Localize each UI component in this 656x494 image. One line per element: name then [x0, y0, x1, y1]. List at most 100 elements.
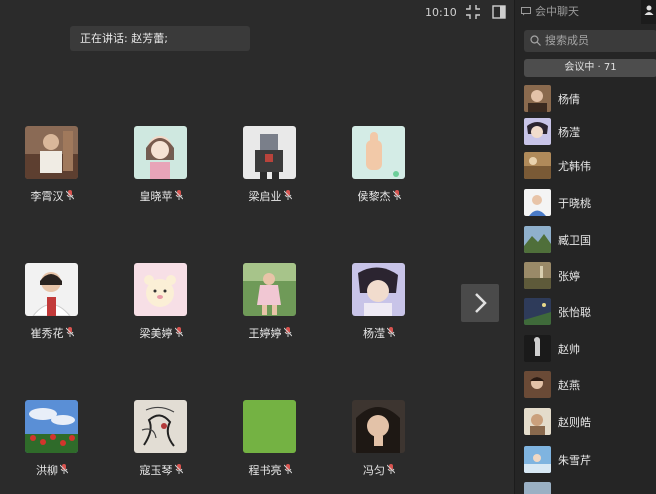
member-avatar	[524, 371, 551, 398]
member-item[interactable]: 臧卫国	[524, 226, 656, 256]
participant-name-row: 王婷婷	[230, 325, 310, 341]
member-name: 赵燕	[558, 379, 580, 392]
member-item[interactable]: 杨滢	[524, 118, 656, 148]
participant-name: 梁美婷	[139, 327, 173, 340]
participant-tile[interactable]: 冯匀	[339, 400, 419, 480]
participant-name-row: 冯匀	[339, 462, 419, 478]
mic-muted-icon	[174, 190, 183, 200]
mic-muted-icon	[392, 190, 401, 200]
participant-name-row: 崔秀花	[12, 325, 92, 341]
person-icon	[644, 5, 654, 15]
chevron-right-icon	[475, 293, 487, 313]
member-item[interactable]: 赵燕	[524, 371, 656, 401]
member-item[interactable]: 于晓桃	[524, 189, 656, 219]
participant-tile[interactable]: 杨滢	[339, 263, 419, 343]
participant-avatar	[134, 400, 187, 453]
participant-name-row: 洪柳	[12, 462, 92, 478]
participant-avatar	[243, 400, 296, 453]
participant-name: 程书亮	[248, 464, 282, 477]
member-name: 杨倩	[558, 93, 580, 106]
member-avatar	[524, 85, 551, 112]
participant-avatar	[134, 126, 187, 179]
member-name: 张怡聪	[558, 306, 591, 319]
member-avatar	[524, 152, 551, 179]
participant-avatar	[25, 126, 78, 179]
mic-muted-icon	[283, 190, 292, 200]
speaking-indicator: 正在讲话: 赵芳蕾;	[70, 26, 250, 51]
participant-name: 侯黎杰	[357, 190, 391, 203]
participant-name-row: 程书亮	[230, 462, 310, 478]
toggle-sidebar-button[interactable]	[490, 4, 508, 20]
participant-name-row: 李霄汉	[12, 188, 92, 204]
member-name: 尤韩伟	[558, 160, 591, 173]
exit-fullscreen-button[interactable]	[464, 4, 482, 20]
mic-muted-icon	[283, 464, 292, 474]
participant-name: 冯匀	[363, 464, 385, 477]
participant-avatar	[352, 400, 405, 453]
member-item[interactable]: 赵则皓	[524, 408, 656, 438]
meeting-clock: 10:10	[425, 6, 457, 19]
participant-name-row: 杨滢	[339, 325, 419, 341]
member-avatar	[524, 298, 551, 325]
participant-name-row: 寇玉琴	[121, 462, 201, 478]
next-page-button[interactable]	[461, 284, 499, 322]
member-avatar	[524, 262, 551, 289]
participant-tile[interactable]: 王婷婷	[230, 263, 310, 343]
participant-tile[interactable]: 侯黎杰	[339, 126, 419, 206]
participant-avatar	[352, 263, 405, 316]
mic-muted-icon	[174, 464, 183, 474]
participant-tile[interactable]: 崔秀花	[12, 263, 92, 343]
participant-tile[interactable]: 寇玉琴	[121, 400, 201, 480]
member-name: 杨滢	[558, 126, 580, 139]
mic-muted-icon	[283, 327, 292, 337]
compress-arrows-icon	[466, 5, 480, 19]
participant-avatar	[25, 263, 78, 316]
participant-avatar	[243, 126, 296, 179]
participant-name-row: 皇晓苹	[121, 188, 201, 204]
mic-muted-icon	[65, 190, 74, 200]
participant-tile[interactable]: 洪柳	[12, 400, 92, 480]
participant-avatar	[243, 263, 296, 316]
members-tab[interactable]	[641, 0, 656, 24]
member-name: 于晓桃	[558, 197, 591, 210]
member-item[interactable]: 朱雪芹	[524, 446, 656, 476]
member-item[interactable]: 张怡聪	[524, 298, 656, 328]
participant-tile[interactable]: 皇晓苹	[121, 126, 201, 206]
participant-name: 李霄汉	[30, 190, 64, 203]
member-avatar	[524, 118, 551, 145]
participant-tile[interactable]: 梁启业	[230, 126, 310, 206]
member-avatar	[524, 446, 551, 473]
mic-muted-icon	[65, 327, 74, 337]
chat-tab-label: 会中聊天	[535, 5, 579, 18]
participant-tile[interactable]: 程书亮	[230, 400, 310, 480]
chat-tab[interactable]: 会中聊天	[515, 0, 641, 24]
participant-tile[interactable]: 李霄汉	[12, 126, 92, 206]
mic-muted-icon	[174, 327, 183, 337]
member-item[interactable]: 赵帅	[524, 335, 656, 365]
member-name: 赵则皓	[558, 416, 591, 429]
participant-avatar	[134, 263, 187, 316]
search-icon	[530, 35, 541, 46]
member-item[interactable]: 尤韩伟	[524, 152, 656, 182]
participant-name: 梁启业	[248, 190, 282, 203]
participant-name: 杨滢	[363, 327, 385, 340]
member-search-input[interactable]: 搜索成员	[524, 30, 656, 52]
side-panel-toggle-icon	[492, 5, 506, 19]
participant-tile[interactable]: 梁美婷	[121, 263, 201, 343]
member-avatar	[524, 482, 551, 494]
mic-muted-icon	[60, 464, 68, 474]
member-avatar	[524, 335, 551, 362]
participant-name: 洪柳	[36, 464, 58, 477]
member-item[interactable]	[524, 482, 656, 494]
member-avatar	[524, 189, 551, 216]
mic-muted-icon	[387, 464, 395, 474]
member-name: 朱雪芹	[558, 454, 591, 467]
member-item[interactable]: 杨倩	[524, 85, 656, 115]
mic-muted-icon	[387, 327, 395, 337]
meeting-window: 正在讲话: 赵芳蕾; 10:10 李霄汉 皇晓苹 梁启业 侯黎杰 崔秀花 梁美婷…	[0, 0, 656, 494]
chat-bubble-icon	[521, 7, 531, 16]
member-panel: 会中聊天 搜索成员 会议中 · 71 杨倩 杨滢 尤韩伟 于晓桃 臧卫国 张婷	[514, 0, 656, 494]
in-meeting-count[interactable]: 会议中 · 71	[524, 59, 656, 77]
member-item[interactable]: 张婷	[524, 262, 656, 292]
participant-name: 王婷婷	[248, 327, 282, 340]
